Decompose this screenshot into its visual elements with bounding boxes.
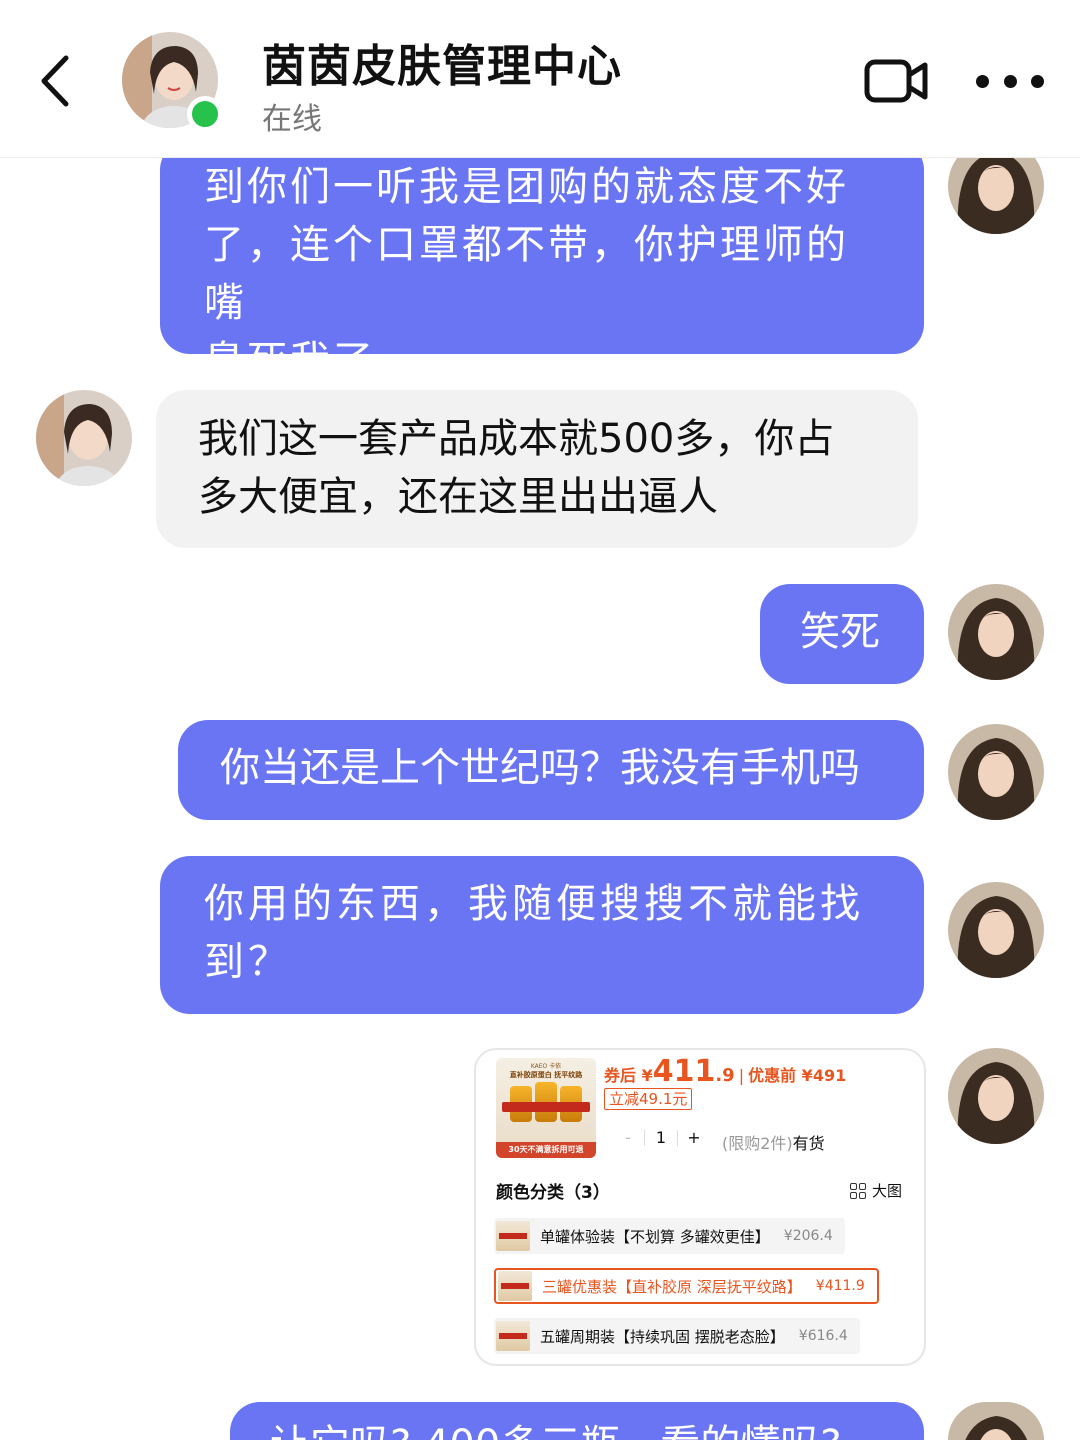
my-avatar[interactable] (948, 584, 1044, 680)
variant-price: ¥206.4 (783, 1228, 833, 1244)
my-avatar[interactable] (948, 1048, 1044, 1144)
variant-option-selected[interactable]: 三罐优惠装【直补胶原 深层抚平纹路】 ¥411.9 (494, 1268, 879, 1304)
variant-name: 三罐优惠装【直补胶原 深层抚平纹路】 (542, 1277, 802, 1296)
message-bubble-sent[interactable]: 你当还是上个世纪吗？我没有手机吗 (178, 720, 924, 820)
message-line: 到？ (204, 939, 292, 985)
variant-name: 五罐周期装【持续巩固 摆脱老态脸】 (540, 1327, 785, 1346)
decrease-button[interactable]: - (612, 1128, 644, 1147)
product-screenshot-card[interactable]: KAEO 卡依 直补胶原蛋白 抚平纹路 30天不满意拆用可退 券后 ¥411.9… (474, 1048, 926, 1366)
contact-avatar[interactable] (36, 390, 132, 486)
coupon-badge: 立减49.1元 (604, 1088, 693, 1110)
big-image-toggle[interactable]: 大图 (850, 1180, 902, 1201)
message-line: 让它吗? 400多三瓶，看的懂吗? (270, 1416, 924, 1440)
online-status-dot (187, 96, 223, 132)
my-avatar[interactable] (948, 724, 1044, 820)
message-line: 臭死我了 (204, 338, 376, 384)
grid-icon (850, 1182, 866, 1199)
more-options-icon[interactable] (976, 66, 1044, 96)
variant-thumbnail (496, 1221, 530, 1251)
stock-status: 有货 (792, 1134, 825, 1153)
message-bubble-sent[interactable]: 笑死 (760, 584, 924, 684)
purchase-limit: (限购2件) (722, 1134, 793, 1153)
back-arrow-icon[interactable] (30, 50, 82, 112)
price-decimal: .9 (715, 1065, 735, 1086)
variant-option[interactable]: 单罐体验装【不划算 多罐效更佳】 ¥206.4 (494, 1218, 845, 1254)
variant-thumbnail (496, 1321, 530, 1351)
message-line: 笑死 (800, 609, 880, 655)
variant-thumbnail (498, 1271, 532, 1301)
product-promo: 30天不满意拆用可退 (496, 1142, 596, 1158)
variant-price: ¥616.4 (798, 1328, 848, 1344)
contact-status: 在线 (262, 102, 322, 137)
variant-price: ¥411.9 (815, 1278, 865, 1294)
product-tagline: 直补胶原蛋白 抚平纹路 (509, 1071, 583, 1079)
variant-name: 单罐体验装【不划算 多罐效更佳】 (540, 1227, 770, 1246)
product-brand: KAEO 卡依 (530, 1063, 562, 1070)
video-call-icon[interactable] (864, 58, 928, 104)
original-price: 优惠前 ¥491 (748, 1066, 847, 1085)
price-integer: 411 (652, 1054, 716, 1089)
big-image-label: 大图 (872, 1182, 903, 1200)
price-label: 券后 ¥ (604, 1066, 653, 1085)
color-category-title: 颜色分类（3） (496, 1183, 610, 1203)
message-bubble-sent[interactable]: 到你们一听我是团购的就态度不好 了，连个口罩都不带，你护理师的嘴 臭死我了 (160, 140, 924, 384)
quantity-value: 1 (655, 1128, 667, 1147)
message-bubble-received[interactable]: 我们这一套产品成本就500多，你占 多大便宜，还在这里出出逼人 (156, 390, 918, 548)
chat-header: 茵茵皮肤管理中心 在线 (0, 0, 1080, 158)
quantity-stepper[interactable]: - 1 + (612, 1128, 710, 1147)
message-line: 了，连个口罩都不带，你护理师的嘴 (204, 222, 849, 326)
stock-info: (限购2件)有货 (722, 1130, 825, 1154)
message-line: 到你们一听我是团购的就态度不好 (204, 164, 849, 210)
price-line: 券后 ¥411.9 | 优惠前 ¥491 (604, 1054, 847, 1089)
contact-name: 茵茵皮肤管理中心 (262, 41, 622, 92)
message-line: 你当还是上个世纪吗？我没有手机吗 (220, 745, 860, 791)
message-bubble-sent[interactable]: 你用的东西，我随便搜搜不就能找 到？ (160, 856, 924, 1014)
increase-button[interactable]: + (678, 1128, 710, 1147)
message-line: 我们这一套产品成本就500多，你占 (198, 416, 835, 462)
message-line: 多大便宜，还在这里出出逼人 (198, 474, 718, 520)
message-line: 你用的东西，我随便搜搜不就能找 (204, 881, 864, 927)
message-bubble-sent[interactable]: 让它吗? 400多三瓶，看的懂吗? (230, 1402, 924, 1440)
product-image: KAEO 卡依 直补胶原蛋白 抚平纹路 30天不满意拆用可退 (496, 1058, 596, 1158)
my-avatar[interactable] (948, 1402, 1044, 1440)
variant-option[interactable]: 五罐周期装【持续巩固 摆脱老态脸】 ¥616.4 (494, 1318, 860, 1354)
my-avatar[interactable] (948, 882, 1044, 978)
